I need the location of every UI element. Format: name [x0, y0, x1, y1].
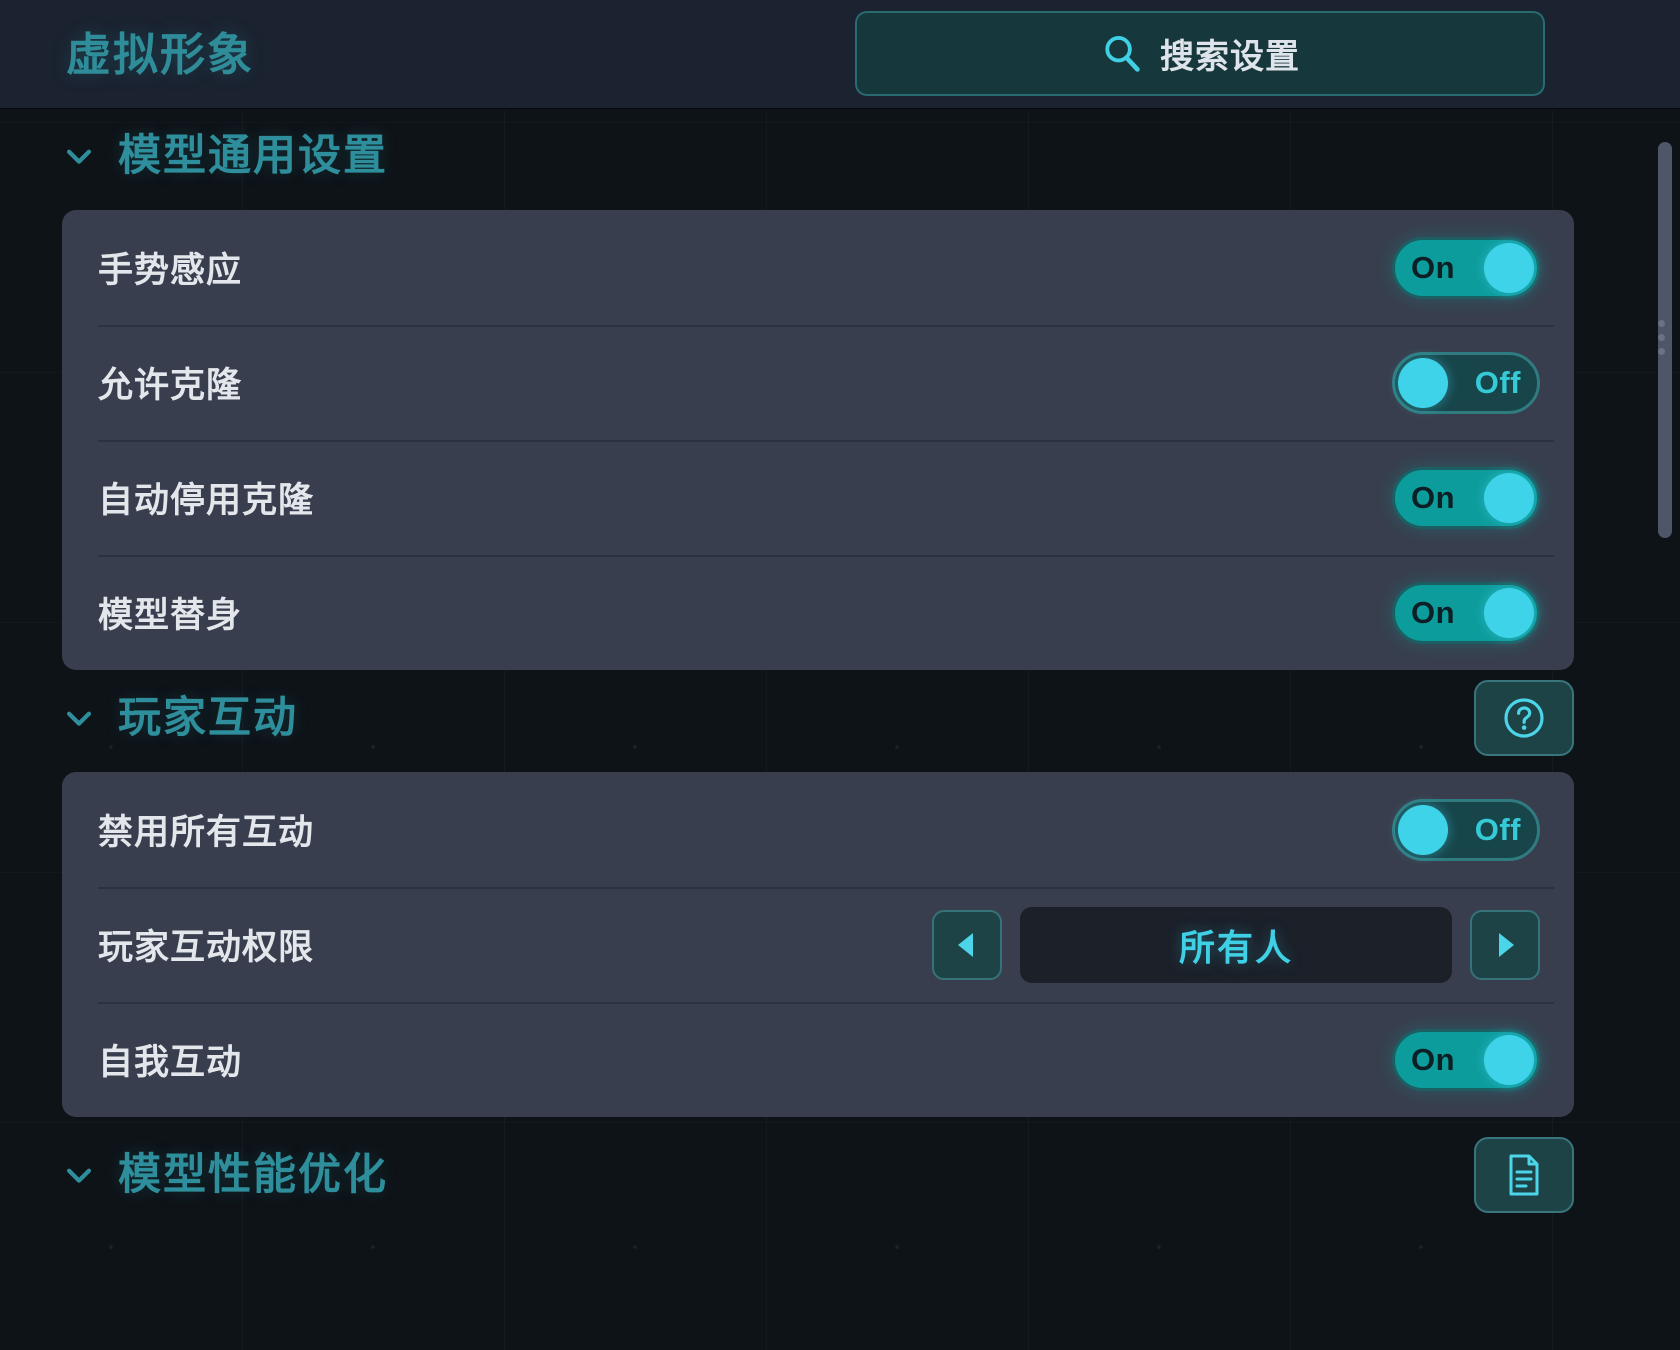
grip-dot: [1658, 334, 1665, 341]
toggle-self-interaction[interactable]: On: [1392, 1028, 1540, 1091]
setting-control: On: [1392, 581, 1540, 644]
panel-header: 虚拟形象 搜索设置: [0, 0, 1680, 108]
setting-label: 允许克隆: [98, 366, 243, 405]
toggle-state-label: Off: [1474, 365, 1521, 400]
setting-row[interactable]: 自动停用克隆 On: [62, 440, 1574, 555]
stepper-prev-button[interactable]: [932, 909, 1002, 980]
setting-row[interactable]: 手势感应 On: [62, 210, 1574, 325]
setting-row[interactable]: 模型替身 On: [62, 555, 1574, 670]
toggle-knob: [1484, 472, 1534, 523]
setting-label: 禁用所有互动: [98, 813, 315, 852]
section-header[interactable]: 模型性能优化: [0, 1127, 1680, 1223]
setting-control: On: [1392, 466, 1540, 529]
toggle-state-label: Off: [1474, 812, 1521, 847]
setting-label: 自动停用克隆: [98, 481, 315, 520]
stepper-value-box[interactable]: 所有人: [1020, 906, 1452, 983]
toggle-knob: [1398, 357, 1448, 408]
stepper-next-button[interactable]: [1470, 909, 1540, 980]
setting-row[interactable]: 自我互动 On: [62, 1002, 1574, 1117]
toggle-knob: [1398, 804, 1448, 855]
chevron-down-icon[interactable]: [62, 1158, 96, 1192]
interaction-permission-stepper: 所有人: [932, 906, 1540, 983]
setting-label: 手势感应: [98, 251, 243, 290]
section-title: 模型通用设置: [118, 131, 388, 180]
vertical-scrollbar[interactable]: [1658, 120, 1672, 1336]
settings-card: 手势感应 On 允许克隆 Off 自动停用克隆 On 模型替身 On: [62, 210, 1574, 670]
section-model-performance: 模型性能优化: [0, 1127, 1680, 1223]
toggle-state-label: On: [1411, 250, 1456, 285]
search-settings-button[interactable]: 搜索设置: [855, 11, 1545, 96]
toggle-state-label: On: [1411, 595, 1456, 630]
toggle-knob: [1484, 242, 1534, 293]
help-icon-button[interactable]: [1474, 680, 1574, 756]
setting-row[interactable]: 允许克隆 Off: [62, 325, 1574, 440]
help-icon: [1502, 696, 1546, 740]
setting-control: On: [1392, 236, 1540, 299]
toggle-knob: [1484, 587, 1534, 638]
page-title: 虚拟形象: [66, 28, 255, 80]
setting-label: 玩家互动权限: [98, 928, 315, 967]
setting-control: Off: [1392, 351, 1540, 414]
avatar-settings-panel: 虚拟形象 搜索设置 模型通用设置 手势感应 On 允许克隆 Off 自动停用克隆…: [0, 0, 1680, 1350]
chevron-down-icon[interactable]: [62, 139, 96, 173]
grip-dot: [1658, 348, 1665, 355]
setting-row[interactable]: 玩家互动权限 所有人: [62, 887, 1574, 1002]
toggle-knob: [1484, 1034, 1534, 1085]
search-settings-label: 搜索设置: [1160, 38, 1300, 76]
setting-label: 自我互动: [98, 1043, 243, 1082]
setting-control: 所有人: [932, 906, 1540, 983]
setting-row[interactable]: 禁用所有互动 Off: [62, 772, 1574, 887]
triangle-right-icon: [1486, 926, 1524, 964]
toggle-state-label: On: [1411, 480, 1456, 515]
toggle-gesture-detection[interactable]: On: [1392, 236, 1540, 299]
chevron-down-icon[interactable]: [62, 701, 96, 735]
section-title: 模型性能优化: [118, 1150, 388, 1199]
section-general-model-settings: 模型通用设置 手势感应 On 允许克隆 Off 自动停用克隆 On 模型替身 O…: [0, 108, 1680, 670]
section-player-interaction: 玩家互动 禁用所有互动 Off 玩家互动权限 所有人 自我互动 On: [0, 670, 1680, 1117]
section-title: 玩家互动: [118, 693, 298, 742]
grip-dot: [1658, 320, 1665, 327]
setting-control: On: [1392, 1028, 1540, 1091]
document-icon-button[interactable]: [1474, 1137, 1574, 1213]
toggle-auto-disable-clone[interactable]: On: [1392, 466, 1540, 529]
setting-control: Off: [1392, 798, 1540, 861]
document-icon: [1503, 1152, 1545, 1198]
toggle-allow-clone[interactable]: Off: [1392, 351, 1540, 414]
scroll-grip-dots[interactable]: [1658, 320, 1665, 355]
section-header[interactable]: 模型通用设置: [0, 108, 1680, 204]
section-header[interactable]: 玩家互动: [0, 670, 1680, 766]
settings-scroll-area[interactable]: 模型通用设置 手势感应 On 允许克隆 Off 自动停用克隆 On 模型替身 O…: [0, 108, 1680, 1350]
search-icon: [1100, 32, 1144, 76]
toggle-avatar-fallback[interactable]: On: [1392, 581, 1540, 644]
setting-label: 模型替身: [98, 596, 243, 635]
toggle-disable-all-interactions[interactable]: Off: [1392, 798, 1540, 861]
triangle-left-icon: [948, 926, 986, 964]
settings-card: 禁用所有互动 Off 玩家互动权限 所有人 自我互动 On: [62, 772, 1574, 1117]
stepper-value: 所有人: [1178, 926, 1293, 968]
toggle-state-label: On: [1411, 1042, 1456, 1077]
